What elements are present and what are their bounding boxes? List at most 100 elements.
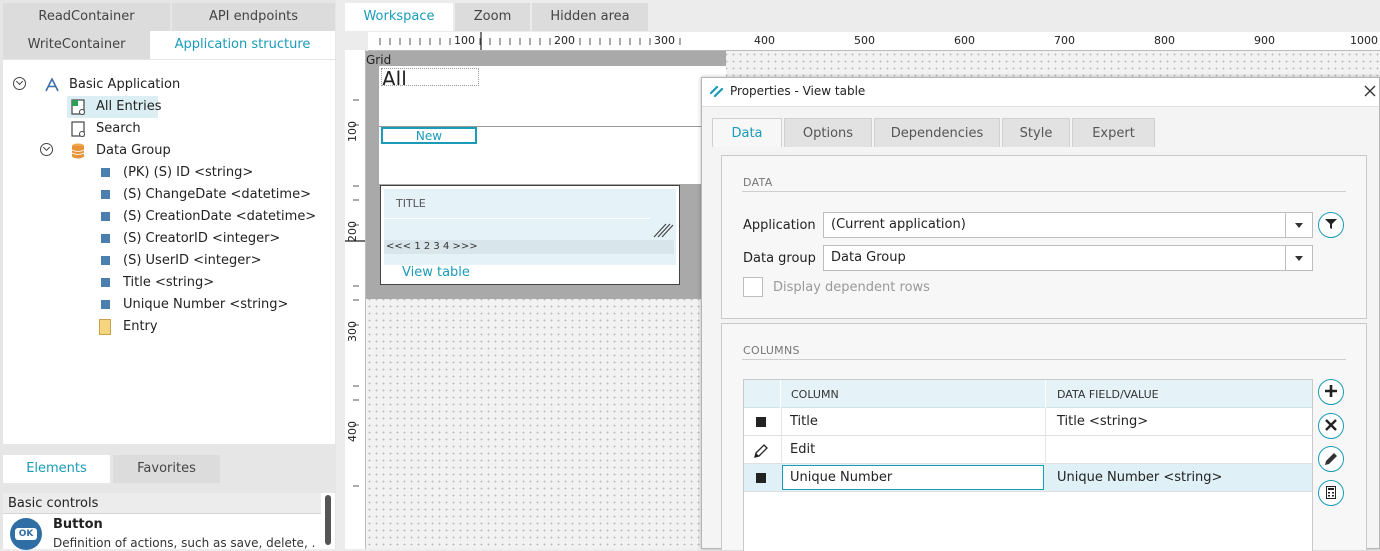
- tree-item-all-entries[interactable]: All Entries: [67, 96, 162, 118]
- tree-item-basic-application[interactable]: Basic Application: [3, 74, 333, 96]
- elements-list: Basic controls OK Button Definition of a…: [3, 493, 335, 550]
- chevron-down-icon[interactable]: [1285, 213, 1312, 237]
- cell-data-field[interactable]: Title <string>: [1057, 408, 1148, 435]
- tab-favorites[interactable]: Favorites: [113, 455, 220, 483]
- tab-read-container[interactable]: ReadContainer: [3, 3, 170, 31]
- cell-column-editor[interactable]: Unique Number: [782, 465, 1044, 490]
- table-row[interactable]: Title Title <string>: [744, 408, 1312, 436]
- grid-header: COLUMN DATA FIELD/VALUE: [744, 380, 1312, 408]
- dialog-titlebar[interactable]: Properties - View table: [702, 78, 1379, 107]
- properties-dialog: Properties - View table Data Options Dep…: [701, 77, 1380, 551]
- table-pager[interactable]: <<< 1 2 3 4 >>>: [384, 240, 674, 254]
- ruler-label: 600: [954, 34, 975, 47]
- table-row[interactable]: Edit: [744, 436, 1312, 464]
- app-logo-icon: [710, 85, 724, 97]
- view-table-label: View table: [402, 265, 470, 280]
- ruler-label: 700: [1054, 34, 1075, 47]
- ruler-label: 400: [754, 34, 775, 47]
- page-heading[interactable]: All: [381, 68, 479, 86]
- chevron-down-icon[interactable]: [1285, 246, 1312, 270]
- ruler-label: 100: [454, 34, 475, 47]
- application-icon: [45, 78, 59, 92]
- application-select[interactable]: (Current application): [823, 212, 1313, 238]
- horizontal-ruler: 100 200 300 400 500 600 700 800 900 1000: [368, 32, 1380, 51]
- calculator-icon: [1326, 486, 1336, 499]
- tab-hidden-area[interactable]: Hidden area: [532, 3, 648, 31]
- close-icon[interactable]: [1364, 85, 1376, 97]
- tree-item-search[interactable]: Search: [67, 118, 267, 140]
- view-table-control[interactable]: TITLE <<< 1 2 3 4 >>> View table: [380, 185, 680, 285]
- vertical-ruler: 100 200 300 400: [345, 50, 366, 549]
- ruler-label: 200: [554, 34, 575, 47]
- dependent-rows-checkbox[interactable]: [743, 277, 763, 297]
- calculator-button[interactable]: [1318, 480, 1344, 506]
- filter-button[interactable]: [1318, 212, 1344, 238]
- resize-handle-icon[interactable]: [652, 222, 674, 238]
- data-group-select[interactable]: Data Group: [823, 245, 1313, 271]
- tree-label: Search: [96, 121, 141, 136]
- edit-column-button[interactable]: [1318, 446, 1344, 472]
- plus-icon: [1325, 385, 1337, 397]
- ruler-label: 300: [654, 34, 675, 47]
- header-column[interactable]: COLUMN: [791, 388, 839, 401]
- data-group-label: Data group: [743, 251, 816, 266]
- application-label: Application: [743, 218, 816, 233]
- tree-item-field[interactable]: (S) CreationDate <datetime>: [99, 206, 329, 228]
- ruler-label: 200: [346, 221, 359, 242]
- data-group-value: Data Group: [831, 250, 906, 265]
- new-button[interactable]: New: [381, 127, 477, 144]
- tree-label: (S) UserID <integer>: [123, 253, 262, 268]
- tree-item-entry[interactable]: Entry: [99, 316, 329, 338]
- tab-write-container[interactable]: WriteContainer: [3, 31, 150, 59]
- tree-item-field[interactable]: (PK) (S) ID <string>: [99, 162, 329, 184]
- table-header-title: TITLE: [384, 189, 650, 219]
- tree-item-field[interactable]: (S) ChangeDate <datetime>: [99, 184, 329, 206]
- tab-dependencies[interactable]: Dependencies: [874, 118, 1000, 147]
- field-icon: [101, 278, 110, 287]
- filter-icon: [1325, 219, 1337, 229]
- grid-container[interactable]: Grid All New TITLE <<< 1 2 3 4 >>> View …: [366, 51, 726, 299]
- tree-label: All Entries: [96, 99, 162, 114]
- element-item-button[interactable]: OK Button Definition of actions, such as…: [3, 515, 321, 550]
- ruler-label: 800: [1154, 34, 1175, 47]
- tab-options[interactable]: Options: [784, 118, 872, 147]
- heading-row: All: [379, 66, 726, 127]
- search-page-icon: [71, 121, 85, 137]
- tab-zoom[interactable]: Zoom: [455, 3, 530, 31]
- collapse-icon[interactable]: [13, 77, 26, 90]
- ruler-label: 500: [854, 34, 875, 47]
- tree-item-field[interactable]: Unique Number <string>: [99, 294, 329, 316]
- tab-expert[interactable]: Expert: [1072, 118, 1155, 147]
- button-row: New: [379, 127, 726, 184]
- add-column-button[interactable]: [1318, 379, 1344, 405]
- field-icon: [101, 190, 110, 199]
- cell-column[interactable]: Edit: [790, 436, 815, 463]
- field-icon: [101, 300, 110, 309]
- tree-label: Entry: [123, 319, 158, 334]
- row-marker-icon: [756, 417, 766, 427]
- remove-column-button[interactable]: [1318, 413, 1344, 439]
- ruler-label: 1000: [1350, 34, 1378, 47]
- collapse-icon[interactable]: [40, 143, 53, 156]
- tab-application-structure[interactable]: Application structure: [150, 31, 335, 59]
- tree-item-field[interactable]: Title <string>: [99, 272, 329, 294]
- table-row-selected[interactable]: Unique Number Unique Number <string>: [744, 464, 1312, 492]
- scrollbar-thumb[interactable]: [325, 495, 331, 545]
- tab-api-endpoints[interactable]: API endpoints: [172, 3, 335, 31]
- tab-style[interactable]: Style: [1002, 118, 1070, 147]
- tree-item-field[interactable]: (S) CreatorID <integer>: [99, 228, 329, 250]
- tree-item-data-group[interactable]: Data Group: [3, 140, 333, 162]
- data-section: DATA Application (Current application) D…: [721, 155, 1367, 319]
- category-header: Basic controls: [3, 493, 321, 514]
- divider: [742, 191, 1346, 192]
- tab-data[interactable]: Data: [712, 118, 782, 147]
- header-data-field[interactable]: DATA FIELD/VALUE: [1057, 388, 1159, 401]
- cell-data-field[interactable]: Unique Number <string>: [1057, 464, 1222, 491]
- tab-elements[interactable]: Elements: [3, 455, 110, 483]
- application-value: (Current application): [831, 217, 966, 232]
- left-panel: ReadContainer API endpoints WriteContain…: [0, 0, 336, 550]
- tree-item-field[interactable]: (S) UserID <integer>: [99, 250, 329, 272]
- cell-column[interactable]: Title: [790, 408, 818, 435]
- tab-workspace[interactable]: Workspace: [345, 3, 453, 31]
- section-title-data: DATA: [743, 176, 773, 189]
